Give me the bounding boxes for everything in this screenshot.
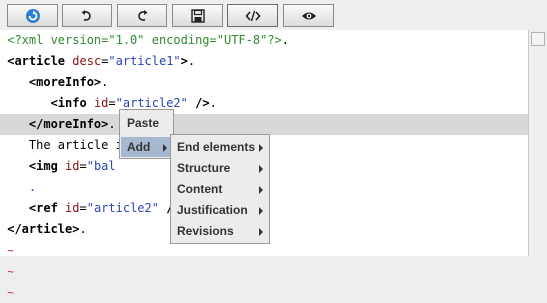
- scroll-up-arrow[interactable]: [531, 32, 545, 46]
- add-submenu: End elements Structure Content Justifica…: [170, 134, 270, 244]
- code-token: </article>: [7, 222, 80, 236]
- code-token: <moreInfo>: [28, 75, 102, 89]
- code-token: <img: [28, 159, 58, 173]
- context-menu: Paste Add: [119, 109, 174, 159]
- menu-item-paste[interactable]: Paste: [127, 116, 159, 130]
- code-token: <info: [50, 96, 87, 110]
- submenu-item-structure[interactable]: Structure: [177, 161, 230, 175]
- code-token: .: [28, 180, 37, 194]
- code-token: </moreInfo>: [28, 117, 109, 131]
- chevron-right-icon: [259, 186, 263, 194]
- code-token: "article1": [108, 54, 181, 68]
- code-token: .: [187, 54, 196, 68]
- empty-line-marker: ~: [7, 265, 14, 278]
- code-token: <article: [7, 54, 66, 68]
- code-line[interactable]: <info id="article2" />.: [0, 93, 528, 114]
- code-token: .: [108, 117, 116, 131]
- code-line[interactable]: <moreInfo>.: [0, 72, 528, 93]
- code-token: .: [209, 96, 217, 110]
- submenu-arrow-icon: [163, 144, 167, 152]
- code-token: desc: [72, 54, 102, 68]
- save-icon: [190, 8, 205, 23]
- submenu-item-end-elements[interactable]: End elements: [177, 140, 255, 154]
- chevron-right-icon: [259, 228, 263, 236]
- redo-button[interactable]: [117, 4, 167, 27]
- code-token: id: [65, 159, 80, 173]
- menu-item-add[interactable]: Add: [127, 140, 150, 154]
- preview-button[interactable]: [283, 4, 334, 27]
- refresh-icon: [25, 8, 40, 23]
- code-token: =: [108, 96, 116, 110]
- submenu-item-content[interactable]: Content: [177, 182, 222, 196]
- chevron-right-icon: [259, 144, 263, 152]
- refresh-button[interactable]: [7, 4, 58, 27]
- empty-line-marker: ~: [7, 244, 14, 257]
- code-line[interactable]: <?xml version="1.0" encoding="UTF-8"?>.: [0, 30, 528, 51]
- code-token: .: [101, 75, 109, 89]
- code-token: .: [281, 33, 290, 47]
- code-token: =: [79, 201, 87, 215]
- chevron-right-icon: [259, 207, 263, 215]
- code-token: =: [79, 159, 87, 173]
- code-token: <?xml version="1.0" encoding="UTF-8"?>: [7, 33, 282, 47]
- code-line[interactable]: ~: [0, 261, 528, 282]
- code-token: .: [79, 222, 87, 236]
- submenu-item-revisions[interactable]: Revisions: [177, 224, 234, 238]
- redo-icon: [138, 9, 148, 21]
- source-view-button[interactable]: [227, 4, 278, 27]
- code-line[interactable]: </moreInfo>.: [0, 114, 528, 135]
- vertical-scrollbar[interactable]: [529, 30, 547, 256]
- code-token: "bal: [86, 159, 116, 173]
- code-line[interactable]: ~: [0, 282, 528, 303]
- submenu-item-justification[interactable]: Justification: [177, 203, 248, 217]
- eye-icon: [301, 12, 316, 19]
- source-code-icon: [244, 10, 261, 21]
- empty-line-marker: ~: [7, 286, 14, 299]
- undo-icon: [81, 9, 91, 21]
- code-token: The article i: [28, 138, 123, 152]
- toolbar: [0, 0, 547, 31]
- chevron-right-icon: [259, 165, 263, 173]
- save-button[interactable]: [172, 4, 223, 27]
- undo-button[interactable]: [62, 4, 112, 27]
- code-token: "article2": [115, 96, 188, 110]
- code-token: />: [187, 96, 210, 110]
- code-token: id: [65, 201, 80, 215]
- code-token: id: [93, 96, 109, 110]
- code-line[interactable]: <article desc="article1">.: [0, 51, 528, 72]
- code-token: "article2": [86, 201, 159, 215]
- code-token: >: [180, 54, 188, 68]
- code-token: <ref: [28, 201, 58, 215]
